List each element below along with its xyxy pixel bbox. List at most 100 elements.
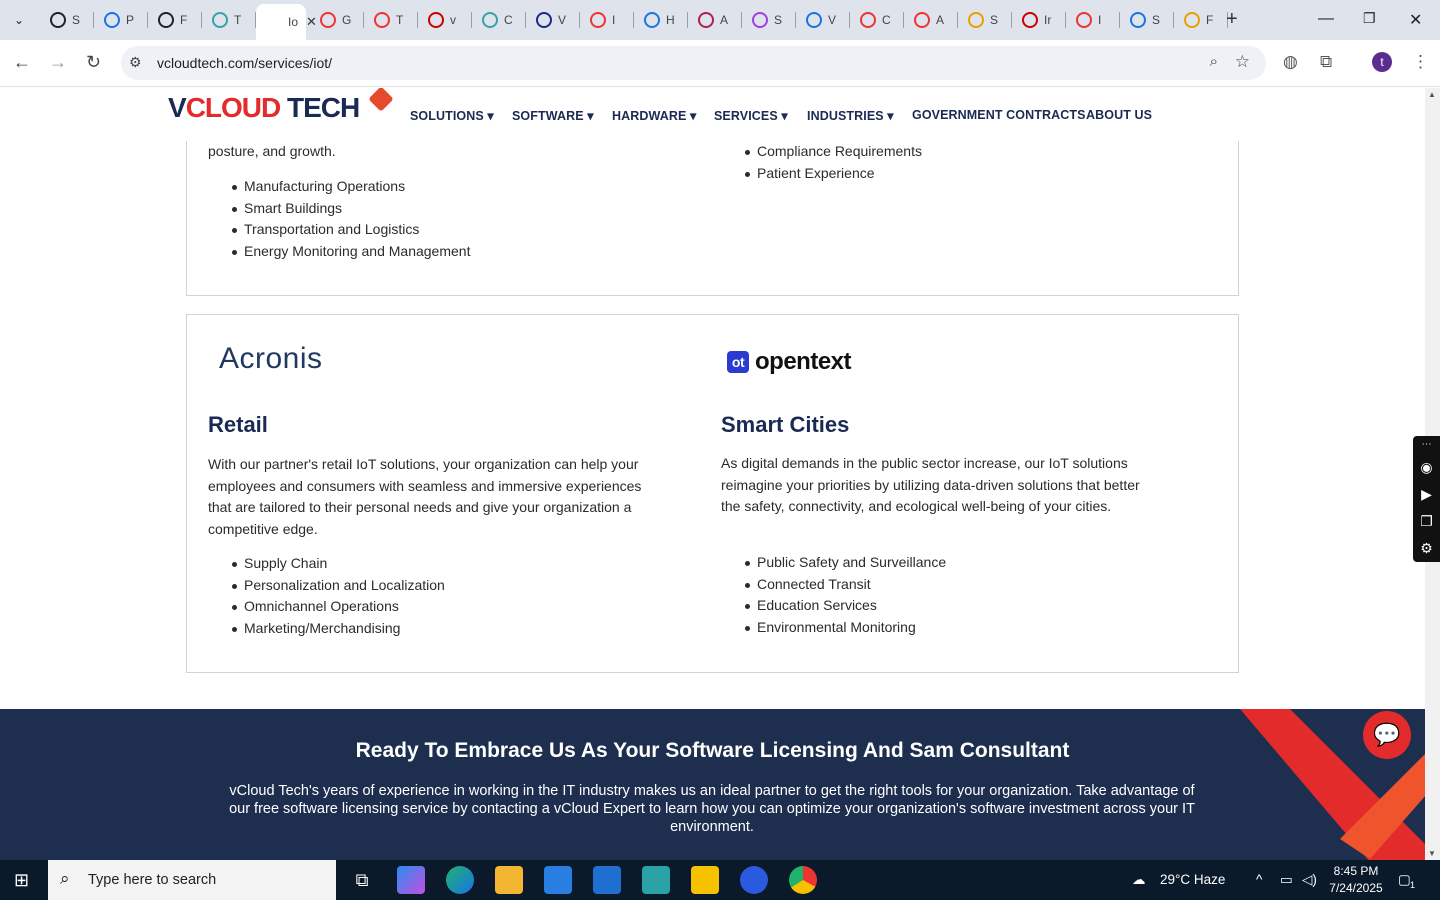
weather-text[interactable]: 29°C Haze [1160, 872, 1225, 887]
nav-industries[interactable]: INDUSTRIES ▾ [807, 108, 894, 123]
search-placeholder: Type here to search [88, 872, 217, 888]
task-view-icon[interactable]: ⧉ [348, 866, 376, 894]
site-logo[interactable]: VCLOUD TECH [168, 88, 394, 124]
browser-tab[interactable]: V [796, 6, 850, 34]
windows-taskbar: ⊞ ⌕ Type here to search ⧉ ☁ 29°C Haze ^ … [0, 860, 1440, 900]
sticky-notes-icon[interactable] [691, 866, 719, 894]
tab-label: I [1098, 13, 1102, 27]
smart-cities-heading: Smart Cities [721, 412, 850, 437]
chrome-icon[interactable] [789, 866, 817, 894]
forward-button[interactable]: → [49, 52, 67, 73]
tab-label: T [234, 13, 242, 27]
tab-favicon-icon [860, 12, 876, 28]
windows-start-icon[interactable]: ⊞ [14, 870, 29, 891]
zoom-icon[interactable]: ⌕ [1210, 53, 1218, 70]
browser-tab[interactable]: G [310, 6, 364, 34]
nav-services[interactable]: SERVICES ▾ [714, 108, 788, 123]
volume-icon[interactable]: ◁) [1302, 872, 1317, 888]
browser-tab[interactable]: V [526, 6, 580, 34]
app-icon[interactable] [642, 866, 670, 894]
browser-tab[interactable]: F [1174, 6, 1228, 34]
browser-tab[interactable]: A [688, 6, 742, 34]
clock[interactable]: 8:45 PM 7/24/2025 [1325, 863, 1387, 897]
tab-label: H [666, 13, 675, 27]
address-bar[interactable]: ⚙ vcloudtech.com/services/iot/ ⌕ ☆ [121, 46, 1266, 80]
back-button[interactable]: ← [13, 52, 31, 73]
tab-favicon-icon [806, 12, 822, 28]
minimize-button[interactable]: — [1318, 10, 1334, 28]
tab-label: S [1152, 13, 1161, 27]
camera-icon[interactable]: ◉ [1413, 454, 1440, 481]
more-menu-icon[interactable]: ⋮ [1412, 52, 1429, 72]
nav-about-us[interactable]: ABOUT US [1086, 108, 1152, 122]
browser-tab[interactable]: S [742, 6, 796, 34]
browser-tab[interactable]: S [40, 6, 94, 34]
browser-tab[interactable]: T [202, 6, 256, 34]
bookmark-star-icon[interactable]: ☆ [1235, 52, 1250, 72]
edge-icon[interactable] [446, 866, 474, 894]
browser-tab[interactable]: A [904, 6, 958, 34]
close-window-button[interactable]: ✕ [1409, 10, 1422, 30]
network-icon[interactable]: ▭ [1280, 872, 1293, 888]
browser-tab[interactable]: C [850, 6, 904, 34]
zoom-app-icon[interactable] [740, 866, 768, 894]
settings-gear-icon[interactable]: ⚙ [1413, 535, 1440, 562]
video-icon[interactable]: ▶ [1413, 481, 1440, 508]
profile-avatar[interactable]: t [1372, 52, 1392, 72]
window-icon[interactable]: ❐ [1413, 508, 1440, 535]
tab-label: S [990, 13, 999, 27]
store-icon[interactable] [544, 866, 572, 894]
tab-favicon-icon [590, 12, 606, 28]
tab-active[interactable]: Io ✕ [256, 4, 317, 40]
scroll-up-icon[interactable]: ▲ [1428, 90, 1436, 99]
copilot-icon[interactable] [397, 866, 425, 894]
tab-favicon-icon [914, 12, 930, 28]
opentext-logo: ot opentext [727, 348, 852, 376]
browser-tab[interactable]: v [418, 6, 472, 34]
chat-icon[interactable]: 💬 [1363, 711, 1411, 759]
browser-tab[interactable]: S [1120, 6, 1174, 34]
browser-tab[interactable]: P [94, 6, 148, 34]
nav-government-contracts[interactable]: GOVERNMENT CONTRACTS [912, 108, 1086, 122]
weather-icon[interactable]: ☁ [1132, 872, 1146, 888]
nav-hardware[interactable]: HARDWARE ▾ [612, 108, 696, 123]
browser-tab[interactable]: F [148, 6, 202, 34]
browser-tab[interactable]: I [580, 6, 634, 34]
tab-favicon-icon [266, 14, 282, 30]
restore-button[interactable]: ❐ [1363, 10, 1376, 27]
list-item: Environmental Monitoring [721, 617, 946, 639]
mail-icon[interactable] [593, 866, 621, 894]
extensions-icon[interactable]: ⧉ [1320, 52, 1332, 72]
translate-icon[interactable]: ◍ [1283, 52, 1298, 72]
browser-tab[interactable]: I [1066, 6, 1120, 34]
tab-label: V [558, 13, 567, 27]
tab-label: A [720, 13, 729, 27]
reload-button[interactable]: ↻ [86, 52, 101, 73]
tab-label: V [828, 13, 837, 27]
retail-heading: Retail [208, 412, 268, 437]
url-text[interactable]: vcloudtech.com/services/iot/ [157, 55, 332, 71]
scroll-down-icon[interactable]: ▼ [1428, 849, 1436, 858]
tab-label: P [126, 13, 135, 27]
browser-tab[interactable]: C [472, 6, 526, 34]
link-icon[interactable]: ⋯ [1413, 436, 1440, 454]
notification-icon[interactable]: ▢ [1398, 872, 1411, 888]
new-tab-button[interactable]: + [1226, 9, 1238, 29]
tab-search-button[interactable]: ⌄ [8, 9, 30, 31]
list-item: Smart Buildings [208, 198, 470, 220]
site-info-icon[interactable]: ⚙ [129, 54, 142, 71]
browser-tab[interactable]: H [634, 6, 688, 34]
tab-label: Io [288, 15, 299, 29]
tray-chevron-icon[interactable]: ^ [1256, 872, 1262, 887]
file-explorer-icon[interactable] [495, 866, 523, 894]
browser-tab[interactable]: S [958, 6, 1012, 34]
capture-toolbar: ⋯ ◉ ▶ ❐ ⚙ [1413, 436, 1440, 562]
nav-solutions[interactable]: SOLUTIONS ▾ [410, 108, 494, 123]
nav-software[interactable]: SOFTWARE ▾ [512, 108, 594, 123]
tab-favicon-icon [968, 12, 984, 28]
tab-favicon-icon [536, 12, 552, 28]
browser-toolbar: ← → ↻ ⚙ vcloudtech.com/services/iot/ ⌕ ☆… [0, 40, 1440, 87]
browser-tab[interactable]: Ir [1012, 6, 1066, 34]
browser-tab[interactable]: T [364, 6, 418, 34]
taskbar-search[interactable]: ⌕ Type here to search [48, 860, 336, 900]
